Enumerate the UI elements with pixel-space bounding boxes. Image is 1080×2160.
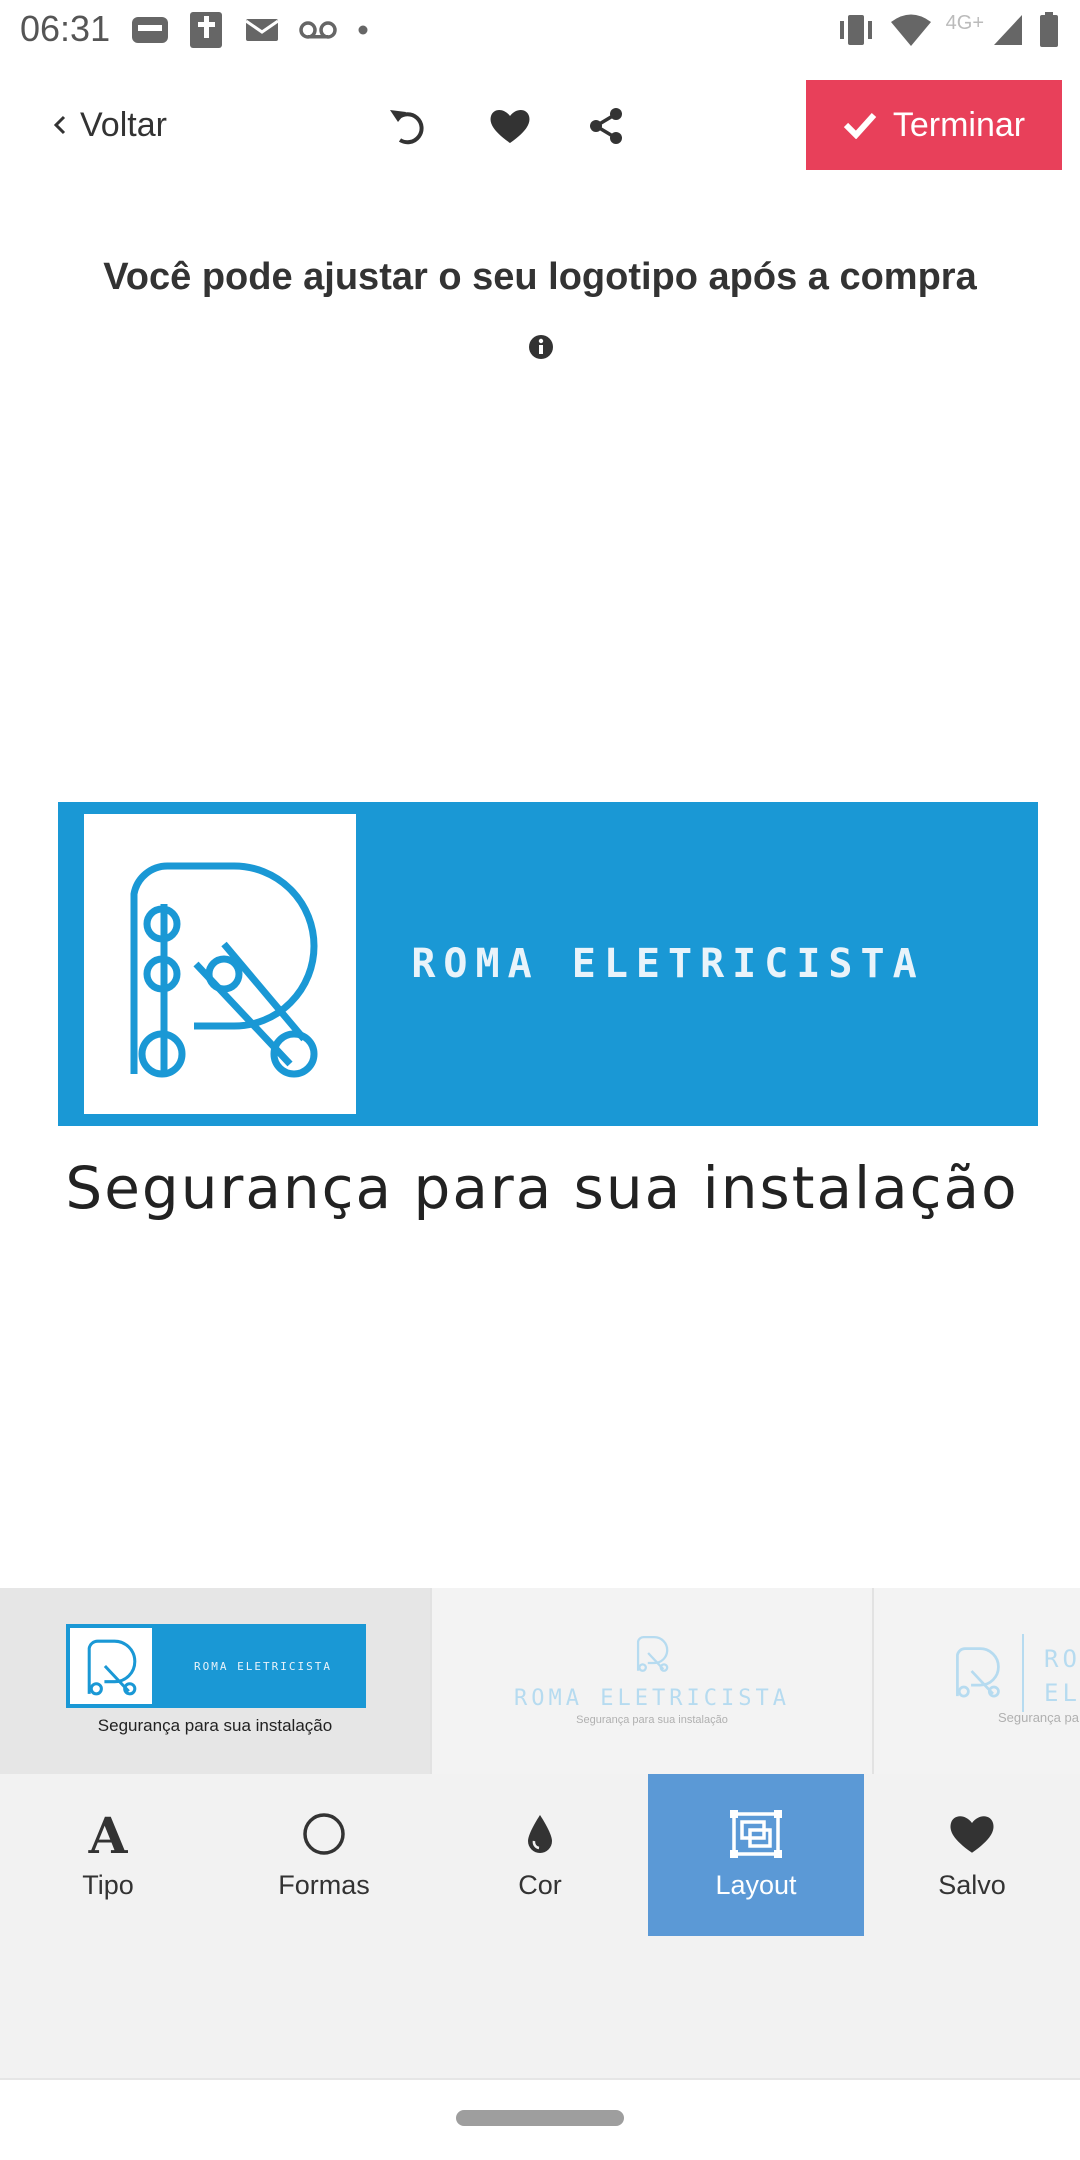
bible-icon (190, 12, 222, 48)
layout-icon (730, 1810, 782, 1858)
tab-label: Layout (715, 1870, 797, 1900)
voicemail-icon (299, 21, 337, 39)
check-icon (843, 112, 877, 139)
tab-label: Cor (518, 1870, 562, 1900)
layout-option-tagline: Segurança para sua instalação (576, 1714, 728, 1726)
back-label: Voltar (80, 105, 167, 144)
vibrate-icon (839, 15, 872, 45)
tab-formas[interactable]: Formas (216, 1774, 432, 1936)
tab-label: Formas (278, 1870, 370, 1900)
letter-r-symbol-icon (636, 1636, 669, 1672)
nav-divider (0, 2078, 1080, 2080)
dot-icon (358, 25, 368, 35)
home-gesture-bar[interactable] (456, 2110, 624, 2126)
tab-label: Salvo (938, 1870, 1006, 1900)
logo-company-name: ROMA ELETRICISTA (411, 941, 925, 987)
finish-button[interactable]: Terminar (806, 80, 1062, 170)
layout-option-name: ROMA ELETRICISTA (194, 1659, 332, 1673)
mail-icon (245, 19, 279, 41)
card-icon (132, 17, 168, 43)
share-button[interactable] (578, 98, 634, 154)
layout-option-name: ROMA ELETRICISTA (514, 1686, 790, 1711)
letter-r-symbol-icon (87, 1639, 137, 1696)
tab-cor[interactable]: Cor (432, 1774, 648, 1936)
status-time: 06:31 (20, 8, 111, 49)
svg-text:A: A (88, 1811, 129, 1857)
undo-button[interactable] (380, 98, 436, 154)
layout-option-symbol (70, 1628, 152, 1704)
layout-option-name: RO EL (1044, 1645, 1080, 1707)
finish-label: Terminar (892, 105, 1026, 144)
top-action-bar: Voltar Terminar (0, 80, 1080, 172)
layout-option-3[interactable]: RO EL Segurança pa (874, 1588, 1080, 1774)
drop-icon (528, 1815, 552, 1853)
layout-options-strip[interactable]: ROMA ELETRICISTA Segurança para sua inst… (0, 1588, 1080, 1774)
signal-icon (994, 15, 1022, 45)
circle-icon (303, 1813, 345, 1855)
logo-tagline: Segurança para sua instalação (65, 1154, 1019, 1222)
letter-r-symbol-icon (130, 862, 318, 1078)
tab-tipo[interactable]: A Tipo (0, 1774, 216, 1936)
layout-option-tagline: Segurança pa (998, 1710, 1079, 1725)
heart-icon (490, 109, 530, 143)
tab-layout[interactable]: Layout (648, 1774, 864, 1936)
chevron-left-icon (53, 115, 66, 135)
logo-symbol-box (84, 814, 356, 1114)
layout-option-tagline: Segurança para sua instalação (97, 1716, 333, 1735)
tab-label: Tipo (82, 1870, 134, 1900)
undo-icon (390, 110, 424, 145)
page-title: Você pode ajustar o seu logotipo após a … (103, 256, 977, 298)
tab-salvo[interactable]: Salvo (864, 1774, 1080, 1936)
logo-banner: ROMA ELETRICISTA (58, 802, 1038, 1126)
wifi-icon (890, 14, 931, 46)
font-icon: A (88, 1811, 129, 1857)
editor-tab-bar: A Tipo Formas Cor Layout Salvo (0, 1774, 1080, 2078)
letter-r-symbol-icon (956, 1647, 1000, 1698)
status-bar: 06:31 4G+ (0, 0, 1080, 64)
favorite-button[interactable] (482, 98, 538, 154)
battery-icon (1040, 12, 1058, 47)
layout-option-1[interactable]: ROMA ELETRICISTA Segurança para sua inst… (0, 1588, 432, 1774)
layout-option-2[interactable]: ROMA ELETRICISTA Segurança para sua inst… (432, 1588, 874, 1774)
share-icon (590, 108, 622, 144)
info-icon[interactable] (528, 334, 554, 360)
network-type: 4G+ (945, 12, 984, 34)
heart-icon (950, 1816, 994, 1853)
notification-icons (130, 10, 370, 50)
layout-option-divider (1022, 1634, 1024, 1712)
system-icons: 4G+ (836, 10, 1060, 50)
back-button[interactable]: Voltar (50, 100, 167, 150)
